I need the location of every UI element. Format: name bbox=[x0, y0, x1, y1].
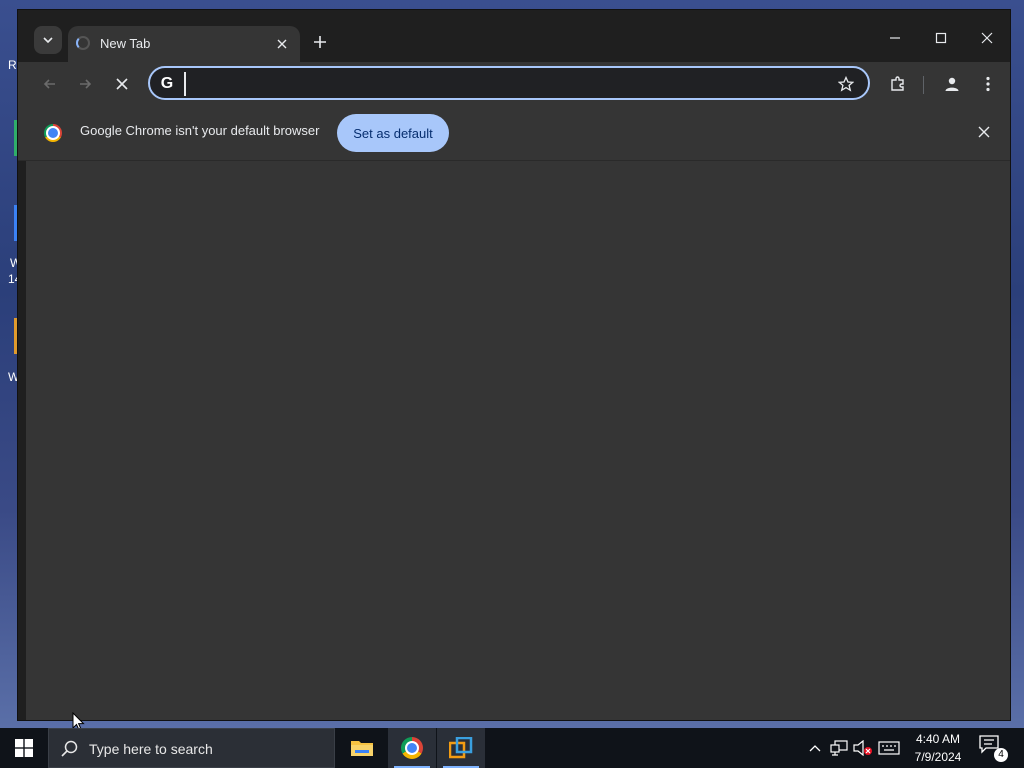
network-icon bbox=[830, 740, 848, 756]
chrome-icon bbox=[401, 737, 423, 759]
stop-loading-button[interactable] bbox=[108, 70, 136, 98]
more-vertical-icon bbox=[986, 76, 990, 92]
desktop-icon-label: R bbox=[8, 58, 17, 72]
volume-muted-icon bbox=[853, 740, 872, 756]
infobar-close-button[interactable] bbox=[974, 122, 994, 142]
taskbar: Type here to search 4:40 AM 7/9/2024 4 bbox=[0, 728, 1024, 768]
clock-date: 7/9/2024 bbox=[914, 750, 962, 764]
back-button[interactable] bbox=[36, 70, 64, 98]
arrow-left-icon bbox=[43, 79, 55, 89]
toolbar-divider bbox=[923, 76, 924, 94]
taskbar-search-placeholder: Type here to search bbox=[89, 741, 213, 757]
infobar-message: Google Chrome isn't your default browser bbox=[80, 123, 320, 138]
google-icon: G bbox=[160, 75, 174, 92]
minimize-button[interactable] bbox=[872, 24, 918, 52]
notification-count-badge: 4 bbox=[994, 748, 1008, 762]
address-input[interactable] bbox=[184, 72, 830, 96]
plus-icon bbox=[314, 36, 326, 48]
close-window-button[interactable] bbox=[964, 24, 1010, 52]
menu-button[interactable] bbox=[974, 70, 1002, 98]
vmware-icon bbox=[449, 737, 473, 759]
chevron-up-icon bbox=[809, 745, 821, 752]
maximize-button[interactable] bbox=[918, 24, 964, 52]
close-icon bbox=[978, 126, 990, 138]
file-explorer-icon bbox=[351, 741, 373, 756]
windows-logo-icon bbox=[15, 739, 33, 757]
chevron-down-icon bbox=[43, 37, 53, 44]
person-icon bbox=[945, 77, 959, 91]
profile-button[interactable] bbox=[938, 70, 966, 98]
page-content[interactable] bbox=[26, 161, 1010, 720]
action-center-button[interactable]: 4 bbox=[978, 734, 1008, 762]
close-icon bbox=[981, 32, 993, 44]
taskbar-search-box[interactable]: Type here to search bbox=[48, 728, 335, 768]
address-bar[interactable]: G bbox=[148, 66, 870, 100]
set-as-default-button[interactable]: Set as default bbox=[337, 114, 449, 152]
start-button[interactable] bbox=[0, 728, 48, 768]
close-icon bbox=[116, 78, 128, 90]
taskbar-file-explorer[interactable] bbox=[338, 728, 386, 768]
taskbar-chrome[interactable] bbox=[388, 728, 436, 768]
keyboard-button[interactable] bbox=[876, 728, 902, 768]
keyboard-icon bbox=[878, 741, 900, 755]
browser-toolbar: G bbox=[18, 62, 1010, 106]
tab-search-button[interactable] bbox=[34, 26, 62, 54]
tab-strip: New Tab bbox=[18, 10, 1010, 62]
forward-button[interactable] bbox=[71, 70, 99, 98]
bookmark-button[interactable] bbox=[836, 74, 856, 94]
clock-time: 4:40 AM bbox=[915, 732, 961, 746]
puzzle-icon bbox=[891, 76, 904, 91]
extensions-button[interactable] bbox=[884, 70, 912, 98]
network-button[interactable] bbox=[828, 728, 850, 768]
tab-close-button[interactable] bbox=[272, 34, 292, 54]
new-tab-button[interactable] bbox=[306, 28, 334, 56]
taskbar-vmware[interactable] bbox=[437, 728, 485, 768]
volume-button[interactable] bbox=[852, 728, 874, 768]
search-icon bbox=[61, 740, 78, 757]
tab-title: New Tab bbox=[100, 36, 151, 51]
maximize-icon bbox=[935, 32, 947, 44]
show-hidden-icons-button[interactable] bbox=[806, 728, 824, 768]
loading-spinner-icon bbox=[76, 36, 90, 50]
taskbar-clock[interactable]: 4:40 AM 7/9/2024 bbox=[902, 730, 974, 766]
chrome-window: New Tab G Google Chrome isn't your defau… bbox=[18, 10, 1010, 720]
tab-new-tab[interactable]: New Tab bbox=[68, 26, 300, 62]
star-icon bbox=[838, 76, 854, 92]
arrow-right-icon bbox=[80, 79, 92, 89]
close-icon bbox=[277, 39, 287, 49]
minimize-icon bbox=[890, 37, 900, 39]
chrome-logo-icon bbox=[44, 124, 62, 142]
default-browser-infobar: Google Chrome isn't your default browser… bbox=[18, 106, 1010, 161]
